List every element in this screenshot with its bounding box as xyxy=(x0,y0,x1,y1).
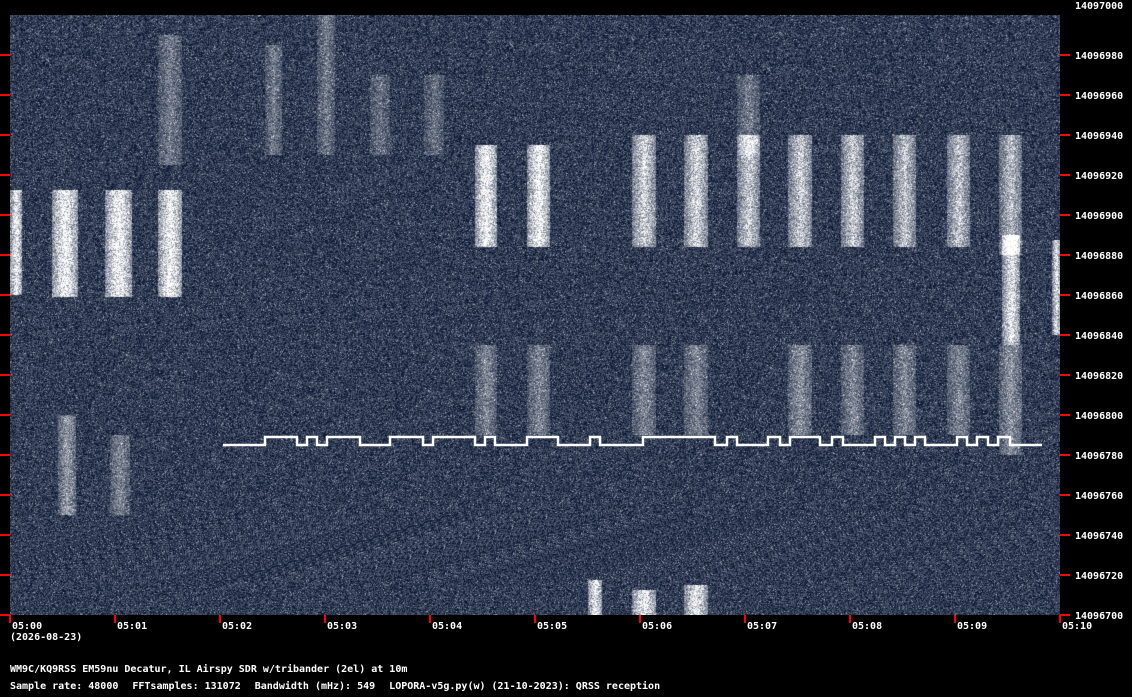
receiver-info: Sample rate: 48000 FFTsamples: 131072 Band… xyxy=(10,681,674,693)
freq-tick-label: 14096900 xyxy=(1075,211,1123,222)
axes-overlay: 14097000 14096980 14096960 14096940 14096920… xyxy=(0,1,1123,632)
bandwidth: Bandwidth (mHz): 549 xyxy=(254,681,376,692)
date-label: (2026-08-23) xyxy=(10,632,83,643)
freq-tick-label: 14096780 xyxy=(1075,451,1123,462)
time-tick-label: 05:05 xyxy=(537,621,567,632)
time-tick-label: 05:09 xyxy=(957,621,987,632)
sample-rate: Sample rate: 48000 xyxy=(10,681,119,692)
fft-samples: FFTsamples: 131072 xyxy=(132,681,241,692)
freq-tick-label: 14096740 xyxy=(1075,531,1123,542)
freq-tick-label: 14096960 xyxy=(1075,91,1123,102)
freq-tick-label: 14096720 xyxy=(1075,571,1123,582)
time-tick-label: 05:06 xyxy=(642,621,672,632)
qrss-reference-trace xyxy=(223,435,1042,447)
freq-tick-label: 14097000 xyxy=(1075,1,1123,12)
time-tick-label: 05:03 xyxy=(327,621,357,632)
time-tick-label: 05:08 xyxy=(852,621,882,632)
frequency-axis: 14097000 14096980 14096960 14096940 14096920… xyxy=(0,1,1123,622)
software-version: LOPORA-v5g.py(w) (21-10-2023): QRSS rece… xyxy=(389,681,661,692)
freq-tick-label: 14096800 xyxy=(1075,411,1123,422)
station-info: WM9C/KQ9RSS EM59nu Decatur, IL Airspy SD… xyxy=(10,664,408,675)
freq-tick-label: 14096760 xyxy=(1075,491,1123,502)
freq-tick-label: 14096860 xyxy=(1075,291,1123,302)
time-tick-label: 05:07 xyxy=(747,621,777,632)
freq-tick-label: 14096980 xyxy=(1075,51,1123,62)
time-tick-label: 05:04 xyxy=(432,621,462,632)
time-tick-label: 05:00 xyxy=(12,621,42,632)
time-tick-label: 05:10 xyxy=(1062,621,1092,632)
freq-tick-label: 14096840 xyxy=(1075,331,1123,342)
freq-tick-label: 14096920 xyxy=(1075,171,1123,182)
time-axis: 05:00 05:01 05:02 05:03 05:04 05:05 05:06 05:07… xyxy=(9,615,1092,632)
freq-tick-label: 14096940 xyxy=(1075,131,1123,142)
time-tick-label: 05:02 xyxy=(222,621,252,632)
time-tick-label: 05:01 xyxy=(117,621,147,632)
freq-tick-label: 14096820 xyxy=(1075,371,1123,382)
freq-tick-label: 14096880 xyxy=(1075,251,1123,262)
